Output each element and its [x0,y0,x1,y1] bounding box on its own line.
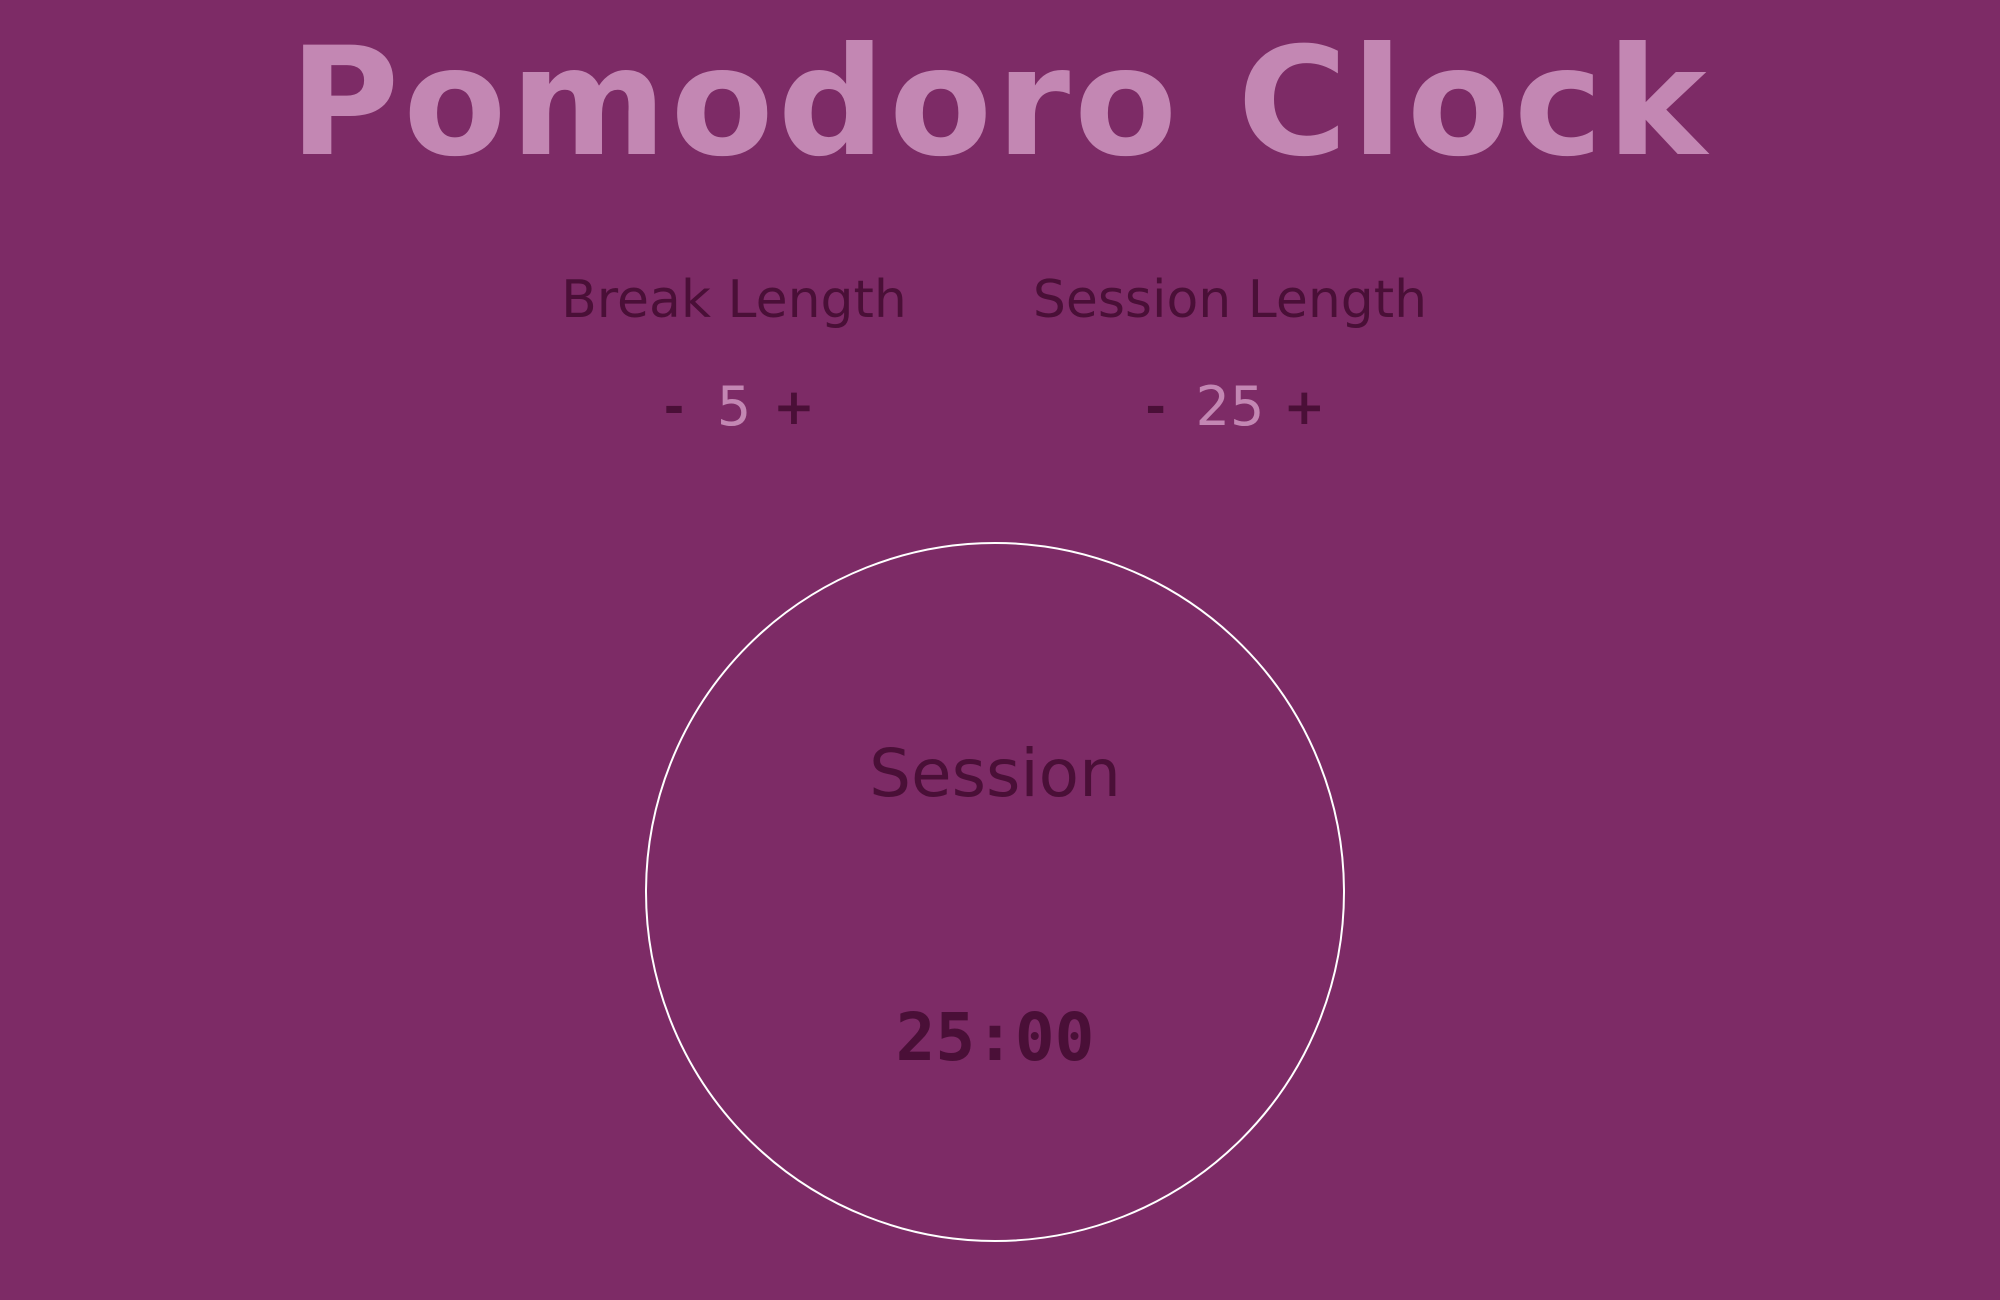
session-increment-button[interactable]: + [1282,377,1326,437]
break-decrement-button[interactable]: - [652,377,696,437]
session-length-label: Session Length [1032,270,1428,330]
break-length-label: Break Length [561,270,907,330]
timer-circle[interactable]: Session 25:00 [645,542,1345,1242]
break-increment-button[interactable]: + [772,377,816,437]
break-length-value: 5 [716,375,752,438]
break-length-controls: - 5 + [634,372,834,442]
session-length-controls: - 25 + [1110,372,1350,442]
timer-mode-label: Session [869,735,1121,812]
session-length-value: 25 [1195,375,1265,438]
page-title: Pomodoro Clock [289,16,1711,190]
timer-display: 25:00 [895,999,1095,1076]
session-decrement-button[interactable]: - [1134,377,1178,437]
